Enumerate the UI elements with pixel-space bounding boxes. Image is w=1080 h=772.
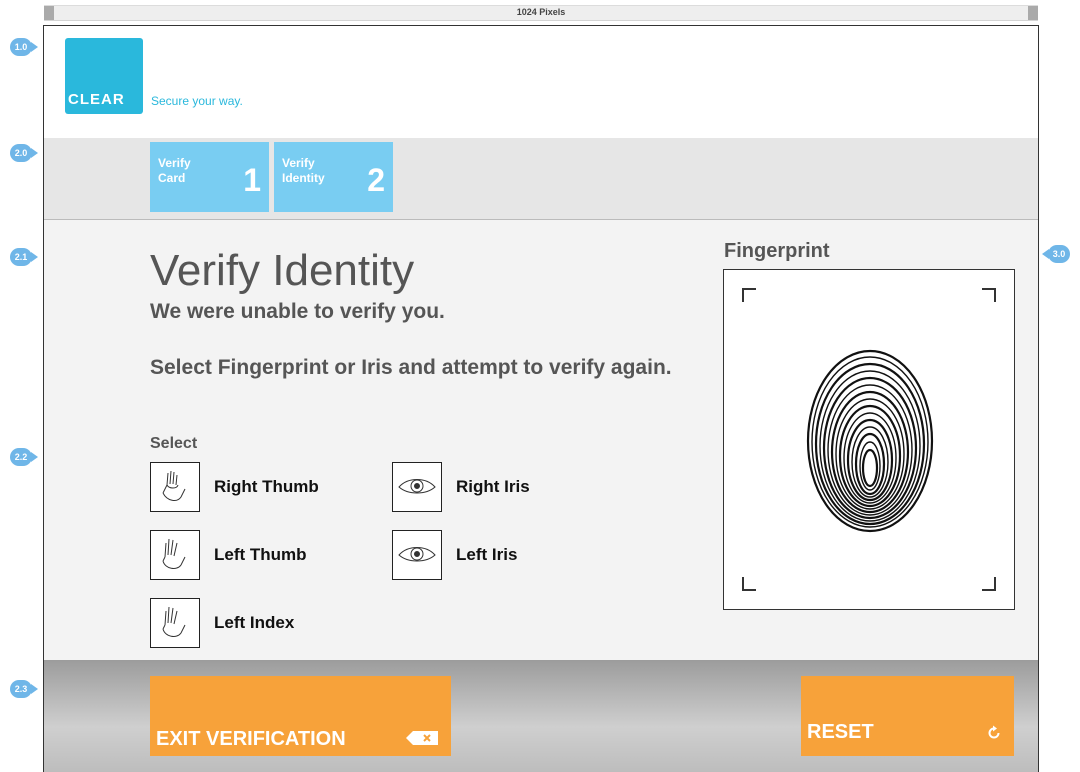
clear-logo: CLEAR xyxy=(65,38,143,114)
eye-icon xyxy=(392,530,442,580)
backspace-icon xyxy=(406,731,438,745)
option-label: Left Thumb xyxy=(214,545,307,564)
step-verify-identity: Verify Identity 2 xyxy=(274,142,393,212)
header: CLEAR Secure your way. xyxy=(44,26,1038,138)
ruler-label: 1024 Pixels xyxy=(516,7,566,17)
instruction-text: Select Fingerprint or Iris and attempt t… xyxy=(150,356,672,379)
scan-corner xyxy=(982,288,996,302)
step-label: Verify Identity xyxy=(282,156,325,185)
option-left-iris[interactable]: Left Iris xyxy=(392,530,517,580)
ruler-cap-right xyxy=(1028,6,1038,20)
error-message: We were unable to verify you. xyxy=(150,300,445,323)
annotation-marker-2-1: 2.1 xyxy=(10,248,38,266)
option-label: Right Iris xyxy=(456,477,530,496)
fingerprint-title: Fingerprint xyxy=(724,240,830,262)
annotation-marker-2-0: 2.0 xyxy=(10,144,38,162)
exit-verification-button[interactable]: EXIT VERIFICATION xyxy=(150,676,451,756)
eye-icon xyxy=(392,462,442,512)
option-label: Right Thumb xyxy=(214,477,319,496)
annotation-marker-3-0: 3.0 xyxy=(1042,245,1070,263)
refresh-icon xyxy=(988,725,1000,739)
option-left-index[interactable]: Left Index xyxy=(150,598,294,648)
fingerprint-scan-area xyxy=(723,269,1015,610)
step-number: 1 xyxy=(243,162,261,198)
screen-frame: CLEAR Secure your way. Verify Card 1 Veri… xyxy=(43,25,1039,772)
select-label: Select xyxy=(150,435,198,452)
page-title: Verify Identity xyxy=(150,246,415,295)
annotation-marker-2-2: 2.2 xyxy=(10,448,38,466)
step-number: 2 xyxy=(367,162,385,198)
option-label: Left Index xyxy=(214,613,295,632)
scan-corner xyxy=(742,577,756,591)
button-label: RESET xyxy=(807,721,874,743)
pixel-ruler: 1024 Pixels xyxy=(44,5,1038,21)
step-verify-card: Verify Card 1 xyxy=(150,142,269,212)
option-left-thumb[interactable]: Left Thumb xyxy=(150,530,307,580)
option-right-iris[interactable]: Right Iris xyxy=(392,462,530,512)
option-label: Left Iris xyxy=(456,545,518,564)
option-right-thumb[interactable]: Right Thumb xyxy=(150,462,319,512)
annotation-marker-1-0: 1.0 xyxy=(10,38,38,56)
footer-bar: EXIT VERIFICATION RESET xyxy=(44,660,1038,772)
tagline: Secure your way. xyxy=(151,94,243,108)
logo-text: CLEAR xyxy=(68,91,125,108)
hand-icon xyxy=(150,462,200,512)
main-content: Verify Identity We were unable to verify… xyxy=(44,220,1038,660)
reset-button[interactable]: RESET xyxy=(801,676,1014,756)
hand-icon xyxy=(150,598,200,648)
scan-corner xyxy=(742,288,756,302)
step-indicator: Verify Card 1 Verify Identity 2 xyxy=(44,138,1038,220)
step-label: Verify Card xyxy=(158,156,191,185)
button-label: EXIT VERIFICATION xyxy=(156,728,346,750)
hand-icon xyxy=(150,530,200,580)
fingerprint-image xyxy=(806,349,934,533)
annotation-marker-2-3: 2.3 xyxy=(10,680,38,698)
scan-corner xyxy=(982,577,996,591)
